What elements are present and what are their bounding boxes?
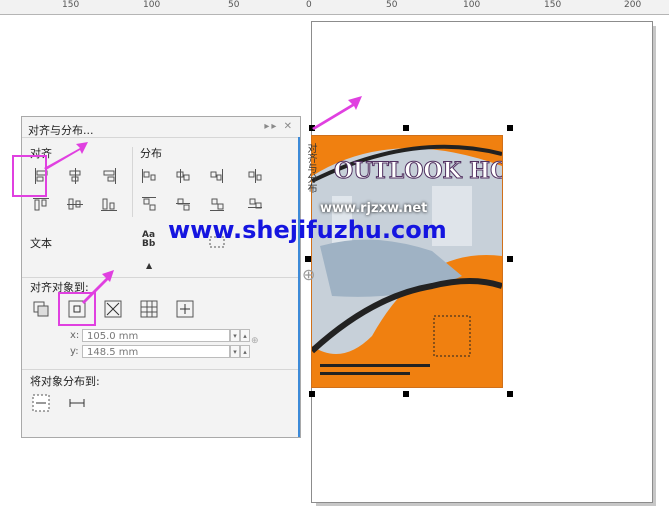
align-bottom-button[interactable] [100,195,118,213]
poster-image[interactable]: OUTLOOK HOME [311,135,503,388]
distribute-to-label: 将对象分布到: [30,375,100,388]
ruler-label: 50 [386,0,398,10]
ruler-label: 150 [544,0,562,10]
section-divider [22,369,298,370]
panel-controls[interactable]: ▸▸ ✕ [264,121,294,132]
horizontal-ruler: 150 100 50 0 50 100 150 200 [0,0,669,15]
distribute-spacing-h-button[interactable] [208,167,226,185]
watermark-large: www.shejifuzhu.com [168,216,447,244]
docker-side-tab: 对齐与分布 ⊕ [298,137,322,437]
x-label: x: [70,330,80,341]
x-spinner[interactable]: ▴ [240,329,250,342]
distribute-right-button[interactable] [246,167,264,185]
pointer-arrow-icon [44,142,88,170]
align-to-point-icon[interactable] [176,300,194,318]
text-label: 文本 [30,237,52,250]
distribute-bottom-button[interactable] [246,195,264,213]
watermark-small: www.rjzxw.net [320,201,428,216]
distribute-left-button[interactable] [140,167,158,185]
poster-headline: OUTLOOK HOME [333,158,502,185]
align-to-active-objects-icon[interactable] [32,300,50,318]
distribute-center-v-button[interactable] [174,195,192,213]
title-divider [22,137,298,138]
lock-ratio-icon[interactable]: ⊕ [251,336,259,346]
selection-handle[interactable] [507,256,513,262]
panel-title: 对齐与分布... [28,124,94,137]
ruler-label: 0 [306,0,312,10]
add-docker-icon[interactable]: ⊕ [302,265,315,284]
x-spinner[interactable]: ▾ [230,329,240,342]
align-top-button[interactable] [32,195,50,213]
y-spinner[interactable]: ▾ [230,345,240,358]
section-divider [22,277,298,278]
distribute-center-h-button[interactable] [174,167,192,185]
selection-handle[interactable] [403,391,409,397]
section-divider [132,147,133,217]
selection-handle[interactable] [403,125,409,131]
ruler-label: 50 [228,0,240,10]
text-baseline-icon[interactable]: Aa Bb [142,231,160,249]
ruler-label: 150 [62,0,80,10]
ruler-label: 100 [463,0,481,10]
align-center-v-button[interactable] [66,195,84,213]
x-coordinate-field[interactable]: 105.0 mm [82,329,230,342]
distribute-to-selection-icon[interactable] [32,394,50,412]
distribute-label: 分布 [140,147,162,160]
ruler-label: 100 [143,0,161,10]
y-spinner[interactable]: ▴ [240,345,250,358]
pointer-arrow-icon [312,96,362,130]
ruler-label: 200 [624,0,642,10]
y-label: y: [70,346,79,357]
distribute-top-button[interactable] [140,195,158,213]
pointer-arrow-icon [82,270,114,304]
collapse-arrow-icon[interactable]: ▲ [146,261,152,270]
distribute-spacing-v-button[interactable] [208,195,226,213]
selection-handle[interactable] [507,391,513,397]
align-to-grid-icon[interactable] [140,300,158,318]
align-right-button[interactable] [100,167,118,185]
distribute-to-page-icon[interactable] [68,394,86,412]
y-coordinate-field[interactable]: 148.5 mm [82,345,230,358]
selection-handle[interactable] [507,125,513,131]
